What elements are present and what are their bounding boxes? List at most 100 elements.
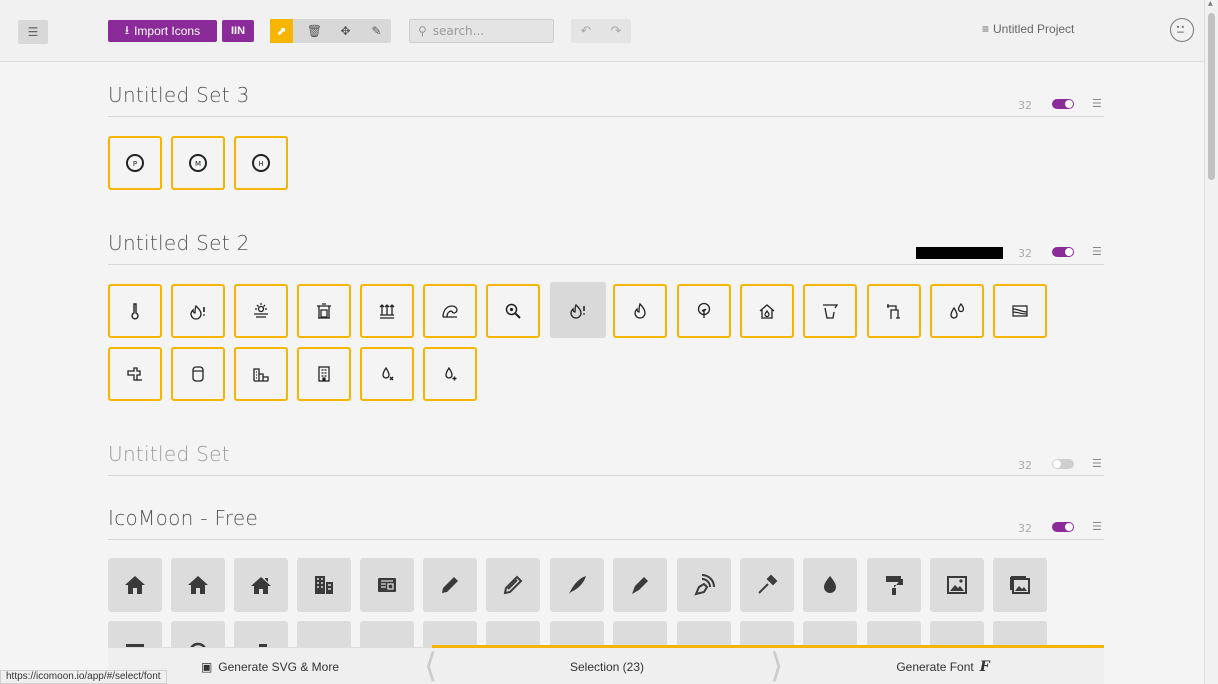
import-icons-button[interactable]: ⭳ Import Icons: [108, 20, 217, 42]
generate-svg-label: Generate SVG & More: [218, 659, 340, 674]
icon-tile[interactable]: [297, 347, 351, 401]
set-divider: [108, 539, 1104, 540]
icon-tile[interactable]: M: [171, 136, 225, 190]
set-title[interactable]: Untitled Set 2: [108, 231, 250, 255]
image-icon: [947, 576, 967, 594]
font-f-icon: F: [979, 658, 990, 675]
top-toolbar: ☰ ⭳ Import Icons IIN ⬈ 🗑 ✥ ✎ ⚲ search...…: [0, 0, 1218, 62]
svg-text:P: P: [133, 160, 137, 168]
icon-tile[interactable]: [234, 284, 288, 338]
icon-tile[interactable]: [360, 347, 414, 401]
icon-tile[interactable]: [993, 558, 1047, 612]
icon-tile[interactable]: [234, 347, 288, 401]
icon-tile[interactable]: [108, 284, 162, 338]
icon-library-button[interactable]: IIN: [222, 20, 254, 42]
icon-tile[interactable]: [740, 558, 794, 612]
tree-icon: [697, 302, 711, 318]
svg-text:M: M: [195, 160, 201, 168]
icon-tile[interactable]: P: [108, 136, 162, 190]
icon-tile[interactable]: [171, 284, 225, 338]
scroll-up-icon[interactable]: ▲: [1208, 0, 1213, 7]
project-selector[interactable]: ≡ Untitled Project: [982, 22, 1074, 36]
search-placeholder: search...: [432, 24, 485, 38]
set-title[interactable]: Untitled Set: [108, 442, 230, 466]
set-toggle[interactable]: [1052, 522, 1074, 532]
set-toggle[interactable]: [1052, 99, 1074, 109]
bucket-icon: [823, 304, 839, 319]
pencil-icon: ✎: [371, 24, 382, 38]
flame-alert-icon: [190, 304, 205, 320]
set-toggle[interactable]: [1052, 459, 1074, 469]
main-menu-button[interactable]: ☰: [18, 20, 48, 44]
icon-tile[interactable]: [867, 284, 921, 338]
home-icon: [125, 576, 145, 594]
generate-font-label: Generate Font: [896, 659, 974, 674]
icon-tile[interactable]: [486, 284, 540, 338]
set-menu-icon[interactable]: ☰: [1092, 97, 1102, 110]
vertical-scrollbar[interactable]: ▲: [1204, 0, 1218, 684]
image-icon: ▣: [200, 659, 213, 674]
well-icon: [317, 303, 331, 319]
icon-tile-hovered[interactable]: [550, 282, 606, 338]
icon-tile[interactable]: [930, 558, 984, 612]
selection-tab[interactable]: Selection (23): [432, 645, 782, 684]
set-divider: [108, 264, 1104, 265]
icon-tile[interactable]: [550, 558, 604, 612]
icon-tile[interactable]: [297, 558, 351, 612]
selection-count-label: Selection (23): [569, 659, 645, 674]
icon-tile[interactable]: [993, 284, 1047, 338]
set-menu-icon[interactable]: ☰: [1092, 520, 1102, 533]
icon-tile[interactable]: [360, 284, 414, 338]
set-title[interactable]: IcoMoon - Free: [108, 506, 258, 530]
icon-tile[interactable]: [930, 284, 984, 338]
set-divider: [108, 475, 1104, 476]
icon-tile[interactable]: [613, 558, 667, 612]
redacted-box: [916, 247, 1003, 259]
set-icon-count: 32: [1018, 99, 1032, 112]
set-title[interactable]: Untitled Set 3: [108, 83, 250, 107]
icon-tile[interactable]: [423, 558, 477, 612]
icon-tile[interactable]: [486, 558, 540, 612]
icon-tile[interactable]: [423, 347, 477, 401]
move-tool-button[interactable]: ✥: [334, 19, 357, 43]
paint-format-icon: [886, 576, 903, 595]
icon-tile[interactable]: [108, 347, 162, 401]
redo-icon[interactable]: ↷: [611, 24, 622, 39]
move-icon: ✥: [340, 24, 351, 38]
icon-tile[interactable]: [360, 558, 414, 612]
icon-tile[interactable]: [867, 558, 921, 612]
circle-m-icon: M: [189, 154, 207, 172]
icon-tile[interactable]: [108, 558, 162, 612]
set-toggle[interactable]: [1052, 247, 1074, 257]
edit-tool-button[interactable]: ✎: [365, 19, 388, 43]
account-avatar-icon[interactable]: [1170, 18, 1194, 42]
undo-icon[interactable]: ↶: [581, 24, 592, 39]
set-menu-icon[interactable]: ☰: [1092, 245, 1102, 258]
set-menu-icon[interactable]: ☰: [1092, 457, 1102, 470]
search-zoom-icon: [505, 303, 521, 319]
icon-tile[interactable]: [171, 558, 225, 612]
icon-tile[interactable]: [677, 284, 731, 338]
svg-text:H: H: [258, 160, 263, 168]
icon-tile[interactable]: [171, 347, 225, 401]
icon-tile[interactable]: H: [234, 136, 288, 190]
pencil2-icon: [503, 575, 523, 595]
import-icons-label: Import Icons: [134, 24, 201, 38]
icon-tile[interactable]: [740, 284, 794, 338]
search-input[interactable]: ⚲ search...: [409, 19, 554, 43]
icon-tile[interactable]: [423, 284, 477, 338]
icon-tile[interactable]: [297, 284, 351, 338]
scroll-thumb[interactable]: [1208, 13, 1215, 180]
icon-tile[interactable]: [677, 558, 731, 612]
generate-font-button[interactable]: Generate Font F: [782, 645, 1104, 684]
delete-tool-button[interactable]: 🗑: [303, 19, 326, 43]
undo-redo-group: ↶ ↷: [571, 19, 631, 43]
status-bar-url: https://icomoon.io/app/#/select/font: [0, 670, 167, 684]
icon-tile[interactable]: [803, 284, 857, 338]
icon-tile[interactable]: [234, 558, 288, 612]
eyedropper-icon: [758, 574, 778, 594]
icon-tile[interactable]: [803, 558, 857, 612]
select-tool-button[interactable]: ⬈: [270, 19, 293, 43]
circle-h-icon: H: [252, 154, 270, 172]
icon-tile[interactable]: [613, 284, 667, 338]
